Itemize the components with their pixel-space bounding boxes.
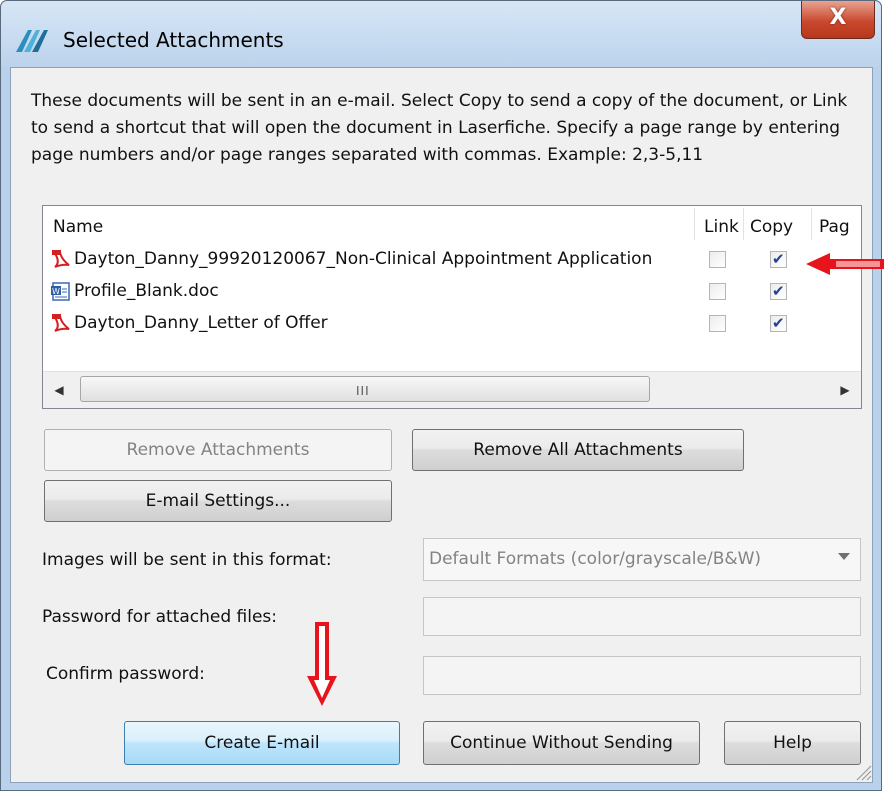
attachment-row[interactable]: Dayton_Danny_Letter of Offer ✔	[43, 310, 861, 340]
link-checkbox[interactable]	[709, 283, 726, 300]
password-label: Password for attached files:	[42, 607, 278, 627]
image-format-value: Default Formats (color/grayscale/B&W)	[429, 549, 762, 569]
scrollbar-thumb[interactable]: III	[80, 376, 650, 402]
image-format-select[interactable]: Default Formats (color/grayscale/B&W)	[423, 538, 861, 581]
attachments-list[interactable]: Name Link Copy Pag Dayton_Danny_99920120…	[42, 205, 862, 409]
checkmark-icon: ✔	[772, 282, 785, 300]
remove-all-attachments-button[interactable]: Remove All Attachments	[412, 429, 744, 471]
laserfiche-app-icon	[16, 30, 48, 52]
password-field[interactable]	[423, 597, 861, 636]
scrollbar-grip: III	[356, 384, 370, 398]
email-settings-button[interactable]: E-mail Settings...	[44, 480, 392, 522]
confirm-password-label: Confirm password:	[46, 664, 205, 684]
checkmark-icon: ✔	[772, 314, 785, 332]
column-separator[interactable]	[811, 208, 812, 240]
column-separator[interactable]	[743, 208, 744, 240]
column-separator[interactable]	[694, 208, 695, 240]
svg-text:W: W	[52, 287, 60, 296]
link-checkbox[interactable]	[709, 251, 726, 268]
instructions-text: These documents will be sent in an e-mai…	[31, 91, 848, 165]
column-header-name[interactable]: Name	[53, 217, 103, 237]
remove-attachments-button[interactable]: Remove Attachments	[44, 429, 392, 471]
checkmark-icon: ✔	[772, 250, 785, 268]
column-header-pages[interactable]: Pag	[819, 217, 850, 237]
create-email-button[interactable]: Create E-mail	[124, 721, 400, 765]
attachment-name: Dayton_Danny_99920120067_Non-Clinical Ap…	[74, 249, 653, 269]
attachment-row[interactable]: W Profile_Blank.doc ✔	[43, 278, 861, 308]
word-doc-icon: W	[51, 282, 70, 301]
list-header: Name Link Copy Pag	[43, 206, 861, 242]
pdf-icon	[52, 250, 70, 268]
horizontal-scrollbar[interactable]: ◀ III ▶	[43, 371, 861, 408]
close-button[interactable]: X	[801, 1, 875, 39]
annotation-arrow-down-icon	[307, 622, 337, 706]
confirm-password-field[interactable]	[423, 656, 861, 695]
attachment-name: Dayton_Danny_Letter of Offer	[74, 313, 328, 333]
chevron-down-icon[interactable]	[838, 553, 850, 560]
window-title: Selected Attachments	[63, 28, 284, 52]
link-checkbox[interactable]	[709, 315, 726, 332]
image-format-label: Images will be sent in this format:	[42, 550, 332, 570]
title-bar[interactable]: Selected Attachments X	[1, 1, 881, 67]
annotation-arrow-left-icon	[806, 253, 884, 275]
pdf-icon	[52, 314, 70, 332]
column-header-link[interactable]: Link	[704, 217, 739, 237]
scroll-left-icon[interactable]: ◀	[49, 380, 69, 400]
column-header-copy[interactable]: Copy	[750, 217, 793, 237]
copy-checkbox[interactable]: ✔	[770, 315, 787, 332]
scroll-right-icon[interactable]: ▶	[835, 380, 855, 400]
copy-checkbox[interactable]: ✔	[770, 283, 787, 300]
continue-without-sending-button[interactable]: Continue Without Sending	[423, 721, 700, 765]
resize-grip-icon[interactable]	[854, 763, 872, 781]
help-button[interactable]: Help	[724, 721, 861, 765]
copy-checkbox[interactable]: ✔	[770, 251, 787, 268]
attachment-name: Profile_Blank.doc	[74, 281, 219, 301]
attachment-row[interactable]: Dayton_Danny_99920120067_Non-Clinical Ap…	[43, 246, 861, 276]
